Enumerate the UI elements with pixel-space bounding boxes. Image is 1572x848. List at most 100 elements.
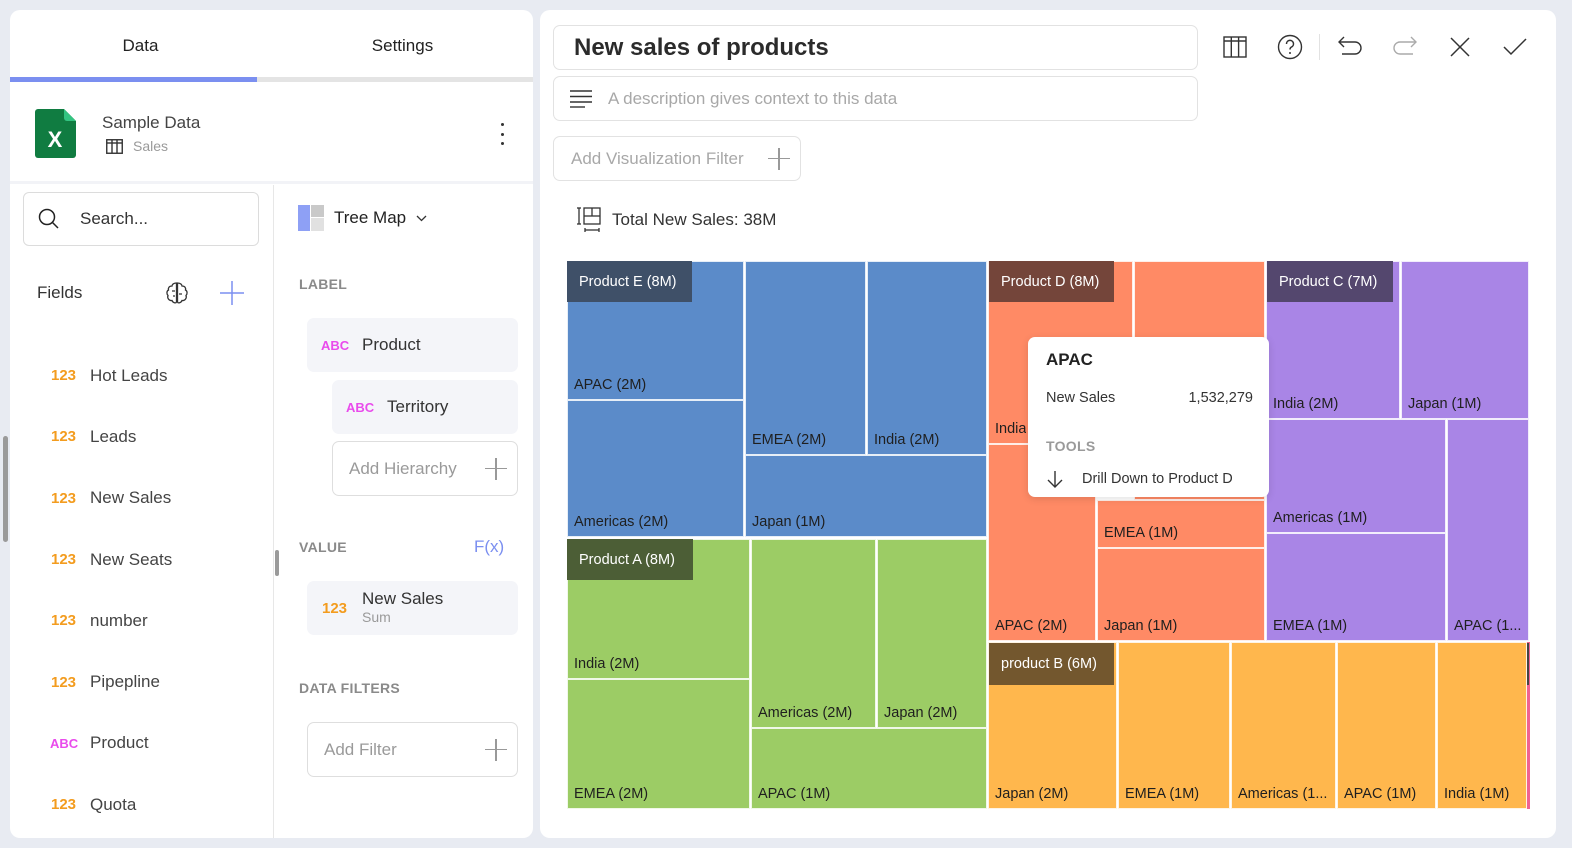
treemap-cell[interactable]: APAC (1M) xyxy=(751,728,987,809)
field-name: Product xyxy=(90,733,149,753)
drill-down-action[interactable]: Drill Down to Product D xyxy=(1046,470,1233,488)
treemap-cell[interactable]: EMEA (1M) xyxy=(1097,500,1265,548)
field-name: New Seats xyxy=(90,549,173,569)
treemap-group-header[interactable] xyxy=(1527,643,1529,685)
label-section-title: LABEL xyxy=(299,276,348,292)
treemap-cell[interactable]: Japan (1M) xyxy=(1401,261,1529,419)
tooltip-metric-row: New Sales 1,532,279 xyxy=(1046,390,1253,406)
tab-settings[interactable]: Settings xyxy=(272,10,533,82)
source-name: Sample Data xyxy=(102,113,201,132)
treemap-cell[interactable]: EMEA (1M) xyxy=(1266,533,1446,641)
field-name: Pipepline xyxy=(90,672,160,692)
value-section-title: VALUE xyxy=(299,539,347,555)
treemap-cell[interactable]: Americas (2M) xyxy=(751,539,876,728)
help-button[interactable] xyxy=(1275,32,1305,62)
undo-button[interactable] xyxy=(1335,32,1365,62)
text-lines-icon xyxy=(570,89,592,108)
add-field-icon[interactable] xyxy=(219,280,245,306)
sheet-name: Sales xyxy=(133,138,169,154)
add-filter-button[interactable]: Add Filter xyxy=(307,722,518,777)
field-name: Leads xyxy=(90,426,137,446)
treemap-group-header[interactable]: Product A (8M) xyxy=(567,539,693,580)
number-type-icon: 123 xyxy=(50,428,77,446)
more-vertical-icon[interactable] xyxy=(490,119,514,149)
field-item[interactable]: 123 number xyxy=(50,590,260,651)
value-field-name: New Sales xyxy=(362,589,444,608)
add-hierarchy-button[interactable]: Add Hierarchy xyxy=(332,441,518,496)
treemap-cell-label: India (2M) xyxy=(1273,396,1339,412)
visualization-picker[interactable]: Tree Map xyxy=(298,205,427,231)
text-type-icon: ABC xyxy=(50,735,79,751)
value-field-new-sales[interactable]: 123 New Sales Sum xyxy=(307,581,518,635)
formula-button[interactable]: F(x) xyxy=(474,537,504,557)
confirm-button[interactable] xyxy=(1500,32,1530,62)
treemap-group-header[interactable]: Product E (8M) xyxy=(567,261,692,302)
toolbar-separator xyxy=(1319,34,1320,60)
field-item[interactable]: 123 Quota xyxy=(50,774,260,835)
treemap-cell[interactable]: Japan (2M) xyxy=(877,539,987,728)
total-summary: Total New Sales: 38M xyxy=(575,206,776,234)
treemap-cell[interactable]: Americas (1M) xyxy=(1266,419,1446,533)
field-item[interactable]: 123 New Sales xyxy=(50,468,260,529)
treemap-cell-label: Americas (2M) xyxy=(758,705,853,721)
table-view-button[interactable] xyxy=(1220,32,1250,62)
plus-icon xyxy=(485,738,507,761)
treemap-cell-label: EMEA (2M) xyxy=(752,432,827,448)
undo-icon xyxy=(1338,36,1362,55)
treemap-cell[interactable]: EMEA (1M) xyxy=(1118,642,1230,809)
treemap-cell[interactable]: EMEA (2M) xyxy=(745,261,866,455)
treemap-cell[interactable]: EMEA (2M) xyxy=(567,679,750,809)
field-name: Quota xyxy=(90,794,137,814)
treemap-cell[interactable]: Japan (1M) xyxy=(1097,548,1265,641)
treemap-cell-label: Japan (1M) xyxy=(1408,396,1482,412)
field-item[interactable]: 123 Pipepline xyxy=(50,651,260,712)
tab-settings-label: Settings xyxy=(371,36,434,55)
page-scrollbar[interactable] xyxy=(3,436,8,542)
value-field-aggregation: Sum xyxy=(362,609,391,625)
treemap-cell-label: APAC (1M) xyxy=(758,786,831,802)
plus-icon xyxy=(768,147,790,170)
field-item[interactable]: 123 Leads xyxy=(50,406,260,467)
number-type-icon: 123 xyxy=(50,551,77,569)
tab-data[interactable]: Data xyxy=(10,10,271,82)
arrow-down-icon xyxy=(1047,471,1063,488)
treemap-cell[interactable]: Americas (1... xyxy=(1231,642,1336,809)
close-button[interactable] xyxy=(1445,32,1475,62)
treemap-cell[interactable]: India (2M) xyxy=(867,261,987,455)
description-input[interactable]: A description gives context to this data xyxy=(553,76,1198,121)
treemap-cell-label: APAC (1M) xyxy=(1344,786,1417,802)
help-icon xyxy=(1277,34,1303,60)
treemap-cell-label: EMEA (1M) xyxy=(1273,618,1348,634)
treemap-group-header[interactable]: Product D (8M) xyxy=(989,261,1114,302)
description-placeholder: A description gives context to this data xyxy=(608,88,898,108)
field-item[interactable]: ABC Product xyxy=(50,713,260,774)
redo-button[interactable] xyxy=(1390,32,1420,62)
data-source[interactable]: X Sample Data Sales xyxy=(10,82,533,184)
visualization-name: Tree Map xyxy=(334,208,407,227)
field-name: Hot Leads xyxy=(90,365,168,385)
field-item[interactable]: 123 New Seats xyxy=(50,529,260,590)
text-type-icon: ABC xyxy=(321,337,350,353)
label-field-territory[interactable]: ABC Territory xyxy=(332,380,518,434)
field-item[interactable]: 123 Hot Leads xyxy=(50,345,260,406)
field-list: 123 Hot Leads 123 Leads 123 New Sales 123 New S… xyxy=(50,345,260,835)
treemap-cell[interactable]: APAC (1... xyxy=(1447,419,1529,641)
treemap-cell-label: EMEA (1M) xyxy=(1125,786,1200,802)
brain-icon[interactable] xyxy=(164,280,190,306)
treemap-group-header[interactable]: Product C (7M) xyxy=(1267,261,1393,302)
search-input[interactable] xyxy=(80,209,230,229)
treemap-group-header[interactable]: product B (6M) xyxy=(989,643,1114,685)
search-field[interactable] xyxy=(23,192,259,246)
title-input[interactable]: New sales of products xyxy=(553,25,1198,70)
label-field-product[interactable]: ABC Product xyxy=(307,318,518,372)
treemap-cell-label: EMEA (1M) xyxy=(1104,525,1179,541)
add-visualization-filter-button[interactable]: Add Visualization Filter xyxy=(553,136,801,181)
config-scrollbar[interactable] xyxy=(275,550,279,576)
treemap-cell[interactable]: India (1M) xyxy=(1437,642,1527,809)
treemap-cell[interactable]: Japan (1M) xyxy=(745,455,987,537)
number-type-icon: 123 xyxy=(50,489,77,507)
close-icon xyxy=(1450,37,1470,57)
field-name: New Sales xyxy=(90,488,172,508)
treemap-cell[interactable]: Americas (2M) xyxy=(567,400,744,537)
treemap-cell[interactable]: APAC (1M) xyxy=(1337,642,1436,809)
